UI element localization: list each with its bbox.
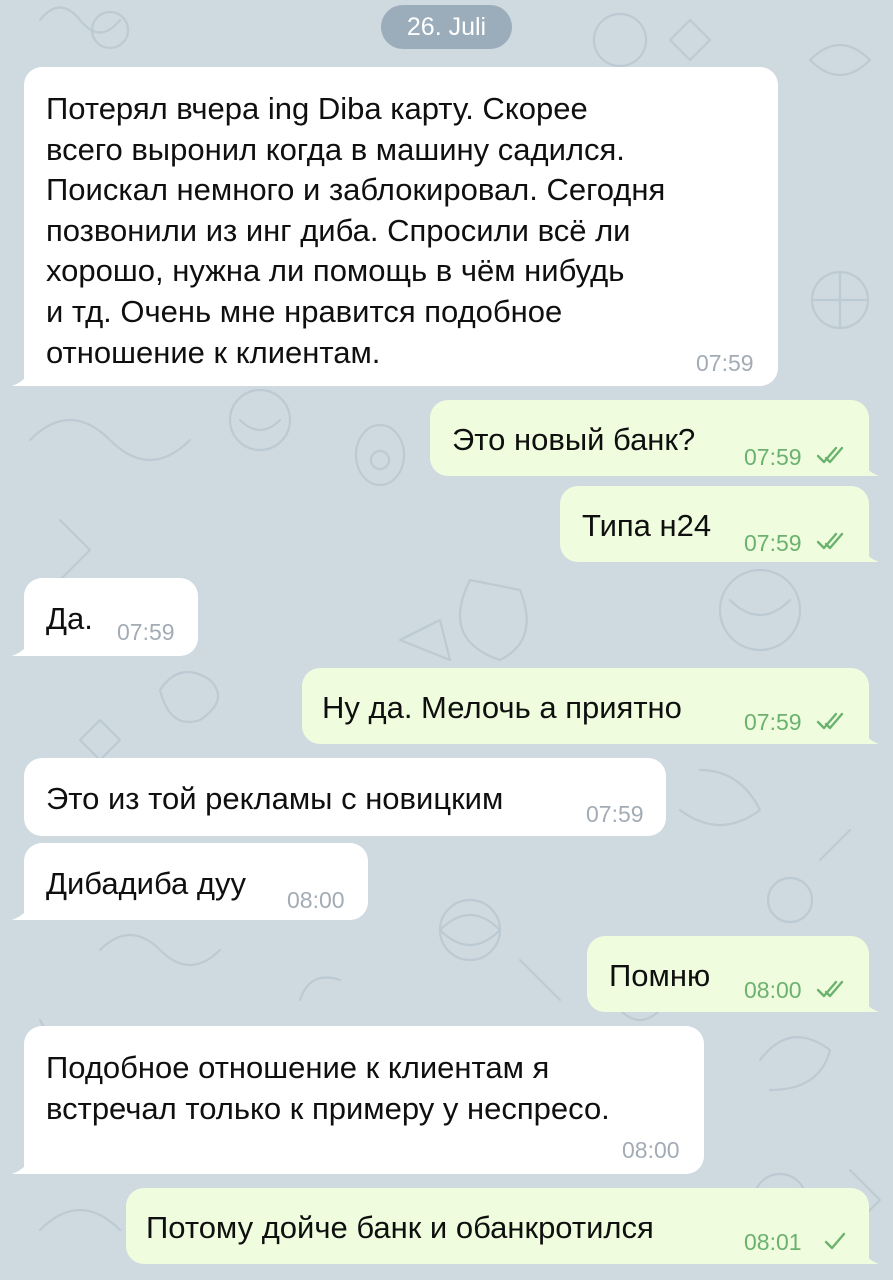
message-text: Типа н24 [582,508,712,543]
message-text: Дибадиба дуу [46,866,246,901]
message-bubble-outgoing[interactable]: Ну да. Мелочь а приятно 07:59 [302,668,869,744]
message-bubble-incoming[interactable]: Да. 07:59 [24,578,198,656]
message-bubble-outgoing[interactable]: Типа н24 07:59 [560,486,869,562]
message-time: 07:59 [744,530,802,556]
message-text: Ну да. Мелочь а приятно [322,690,682,725]
date-separator: 26. Juli [381,5,512,49]
message-bubble-outgoing[interactable]: Помню 08:00 [587,936,869,1012]
message-time: 07:59 [117,619,175,645]
message-text: Потому дойче банк и обанкротился [146,1210,654,1245]
double-check-icon [816,446,844,464]
message-text: Это из той рекламы с новицким [46,781,504,816]
double-check-icon [816,532,844,550]
message-time: 07:59 [744,444,802,470]
message-bubble-outgoing[interactable]: Это новый банк? 07:59 [430,400,869,476]
message-time: 08:01 [744,1229,802,1255]
single-check-icon [824,1232,846,1250]
double-check-icon [816,980,844,998]
message-time: 08:00 [287,887,345,913]
message-time: 07:59 [696,350,754,376]
message-text: Подобное отношение к клиентам я встречал… [46,1050,610,1126]
message-bubble-outgoing[interactable]: Потому дойче банк и обанкротился 08:01 [126,1188,869,1264]
double-check-icon [816,712,844,730]
message-bubble-incoming[interactable]: Это из той рекламы с новицким 07:59 [24,758,666,836]
message-time: 07:59 [586,801,644,827]
message-bubble-incoming[interactable]: Потерял вчера ing Diba карту. Скорее все… [24,67,778,386]
message-time: 08:00 [744,977,802,1003]
message-text: Потерял вчера ing Diba карту. Скорее все… [46,91,666,370]
message-text: Да. [46,601,93,636]
message-text: Это новый банк? [452,422,696,457]
message-bubble-incoming[interactable]: Подобное отношение к клиентам я встречал… [24,1026,704,1174]
message-text: Помню [609,958,711,993]
message-time: 07:59 [744,709,802,735]
message-bubble-incoming[interactable]: Дибадиба дуу 08:00 [24,843,368,920]
message-time: 08:00 [622,1137,680,1163]
